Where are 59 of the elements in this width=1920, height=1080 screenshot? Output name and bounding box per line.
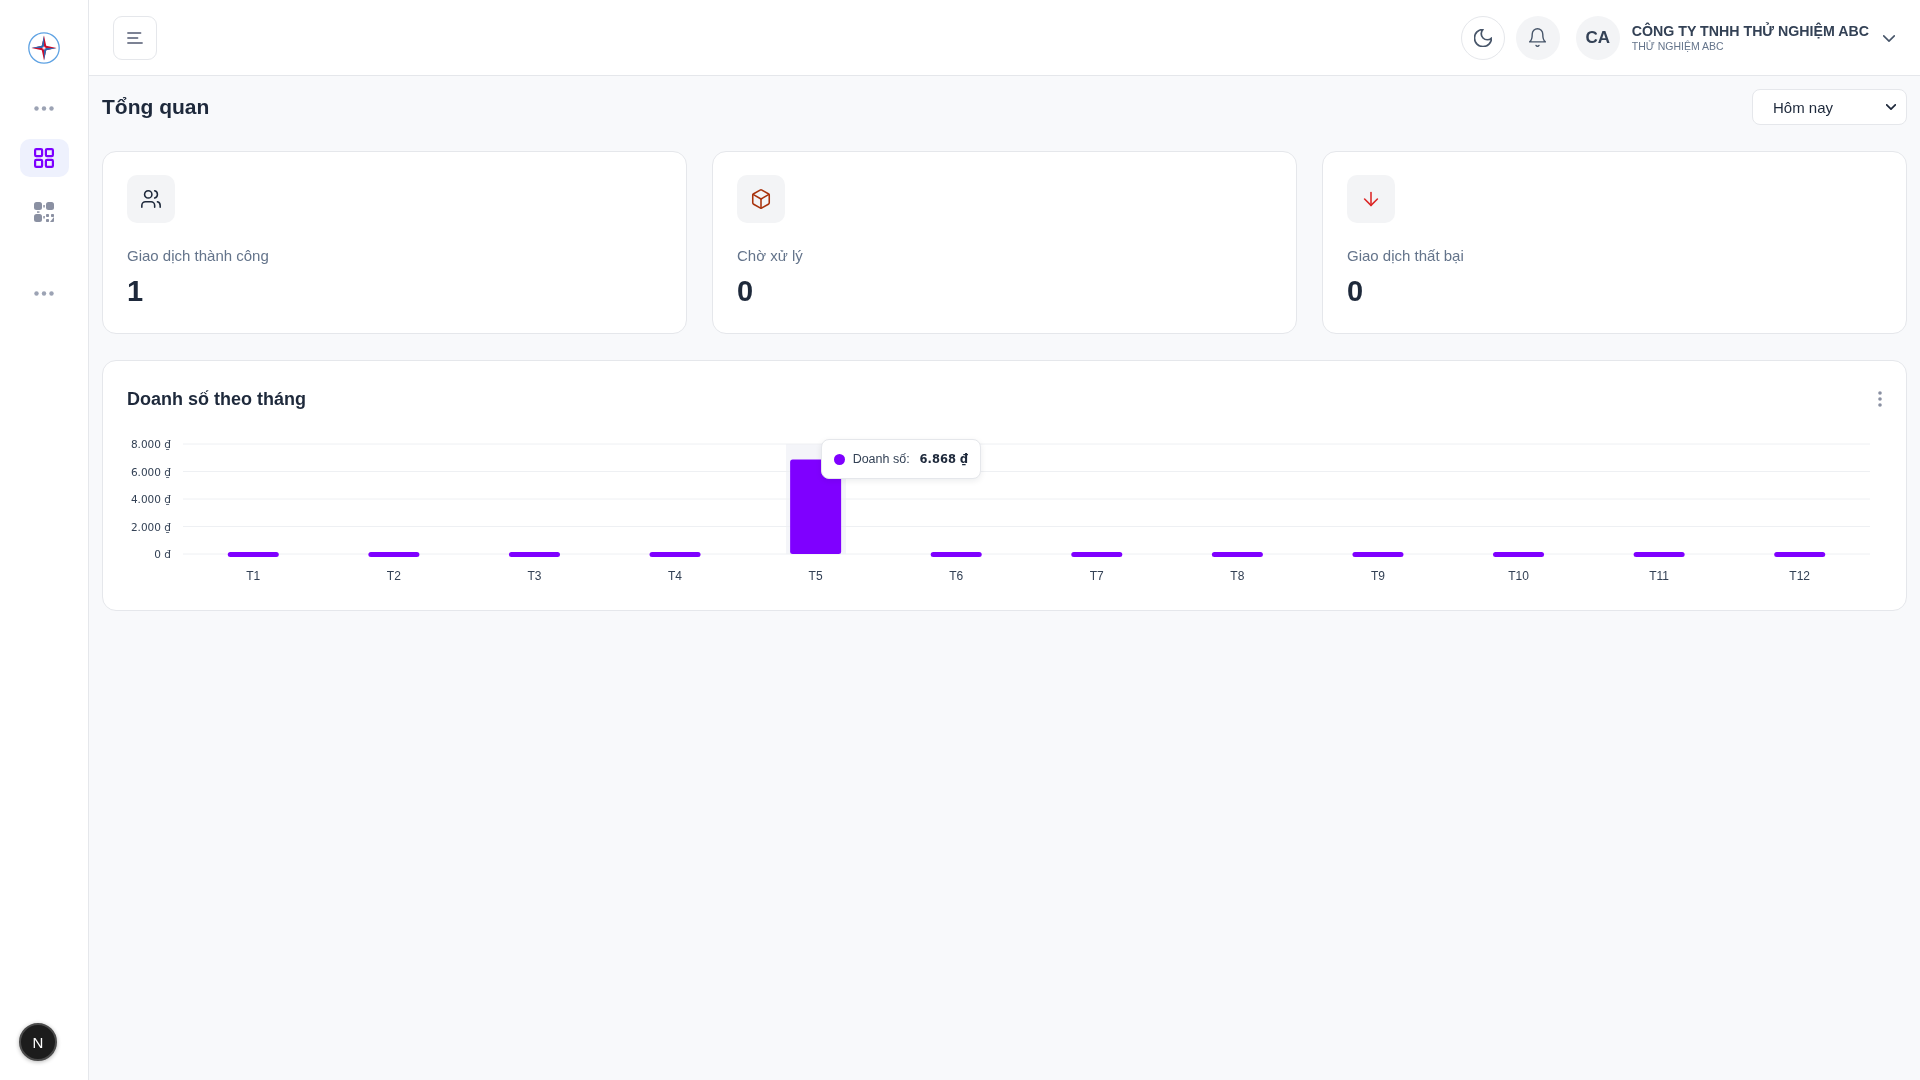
stat-label: Giao dịch thành công: [127, 246, 270, 266]
stat-value: 0: [1347, 275, 1365, 307]
stat-value: 0: [737, 275, 755, 307]
avatar: CA: [1575, 15, 1620, 60]
axis-label: T7: [1089, 569, 1104, 583]
axis-label: T6: [949, 569, 964, 583]
tooltip-label: Doanh số:: [852, 452, 910, 466]
axis-label: T11: [1649, 569, 1669, 583]
axis-label: 0 đ: [154, 548, 171, 560]
bar[interactable]: [1633, 552, 1685, 557]
logo-icon: [28, 32, 60, 64]
bar[interactable]: [649, 552, 701, 557]
axis-label: T3: [527, 569, 542, 583]
axis-label: 2.000 ₫: [130, 520, 171, 533]
axis-label: T12: [1789, 569, 1811, 583]
company-name: CÔNG TY TNHH THỬ NGHIỆM ABC: [1631, 22, 1869, 40]
axis-label: 6.000 ₫: [130, 465, 171, 478]
stat-value: 1: [127, 275, 145, 307]
ellipsis-icon: [34, 105, 54, 111]
arrow-down-icon: [1347, 175, 1395, 223]
ellipsis-icon: [34, 290, 54, 296]
chart-title: Doanh số theo tháng: [127, 388, 306, 411]
axis-label: T2: [386, 569, 401, 583]
chevron-down-icon: [1886, 104, 1896, 110]
more-options-icon[interactable]: [1878, 391, 1882, 407]
page-title: Tổng quan: [102, 95, 210, 119]
package-icon: [737, 175, 785, 223]
axis-label: T9: [1370, 569, 1385, 583]
axis-label: 4.000 ₫: [130, 493, 171, 505]
bar[interactable]: [930, 552, 982, 557]
bar[interactable]: [1493, 552, 1545, 557]
bar[interactable]: [790, 459, 842, 554]
bar[interactable]: [1352, 552, 1404, 557]
menu-button[interactable]: [113, 15, 157, 60]
axis-label: T1: [246, 569, 261, 583]
tooltip-value: 6.868 ₫: [919, 452, 968, 466]
period-select[interactable]: Hôm nay: [1752, 89, 1907, 125]
bar[interactable]: [1774, 552, 1826, 557]
users-icon: [127, 175, 175, 223]
company-subtitle: THỬ NGHIỆM ABC: [1631, 40, 1724, 53]
bar[interactable]: [1211, 552, 1263, 557]
moon-icon: [1473, 28, 1492, 47]
grid-icon: [34, 148, 54, 168]
axis-label: T5: [808, 569, 823, 583]
qr-code-icon: [34, 202, 54, 222]
bar[interactable]: [368, 552, 420, 557]
axis-label: T4: [668, 569, 683, 583]
axis-label: 8.000 ₫: [130, 438, 171, 450]
axis-label: T8: [1230, 569, 1245, 583]
sidebar-item[interactable]: [19, 139, 69, 177]
menu-icon: [127, 31, 143, 44]
bar[interactable]: [227, 552, 279, 557]
chevron-down-icon[interactable]: [1883, 35, 1895, 42]
bar[interactable]: [1071, 552, 1123, 557]
bell-icon: [1529, 28, 1547, 47]
axis-label: T10: [1508, 569, 1529, 583]
stat-label: Chờ xử lý: [737, 246, 804, 266]
stat-label: Giao dịch thất bại: [1347, 246, 1465, 266]
bar[interactable]: [508, 552, 560, 557]
